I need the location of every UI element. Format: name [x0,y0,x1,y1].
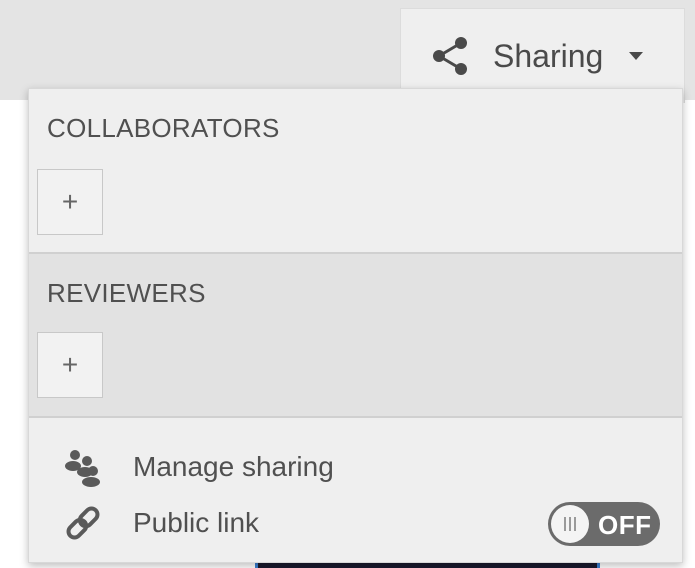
sharing-label: Sharing [493,37,604,74]
reviewers-title: REVIEWERS [47,278,206,308]
add-collaborator-button[interactable]: + [37,169,103,235]
caret-down-icon [629,52,644,60]
toggle-state-label: OFF [598,510,652,540]
manage-sharing-label[interactable]: Manage sharing [133,451,334,483]
sharing-panel: COLLABORATORS + REVIEWERS + Manage shari… [28,88,683,563]
collaborators-section: COLLABORATORS + [29,89,682,254]
collaborators-title: COLLABORATORS [47,113,280,143]
manage-sharing-row[interactable]: Manage sharing [61,445,334,489]
reviewers-section: REVIEWERS + [29,254,682,418]
public-link-row[interactable]: Public link [61,501,259,545]
link-icon [61,501,105,545]
add-reviewer-button[interactable]: + [37,332,103,398]
public-link-label[interactable]: Public link [133,507,259,539]
public-link-toggle[interactable]: OFF [548,502,660,546]
grip-icon [564,517,576,531]
share-icon [429,34,473,78]
toggle-knob [551,505,589,543]
people-icon [61,445,105,489]
